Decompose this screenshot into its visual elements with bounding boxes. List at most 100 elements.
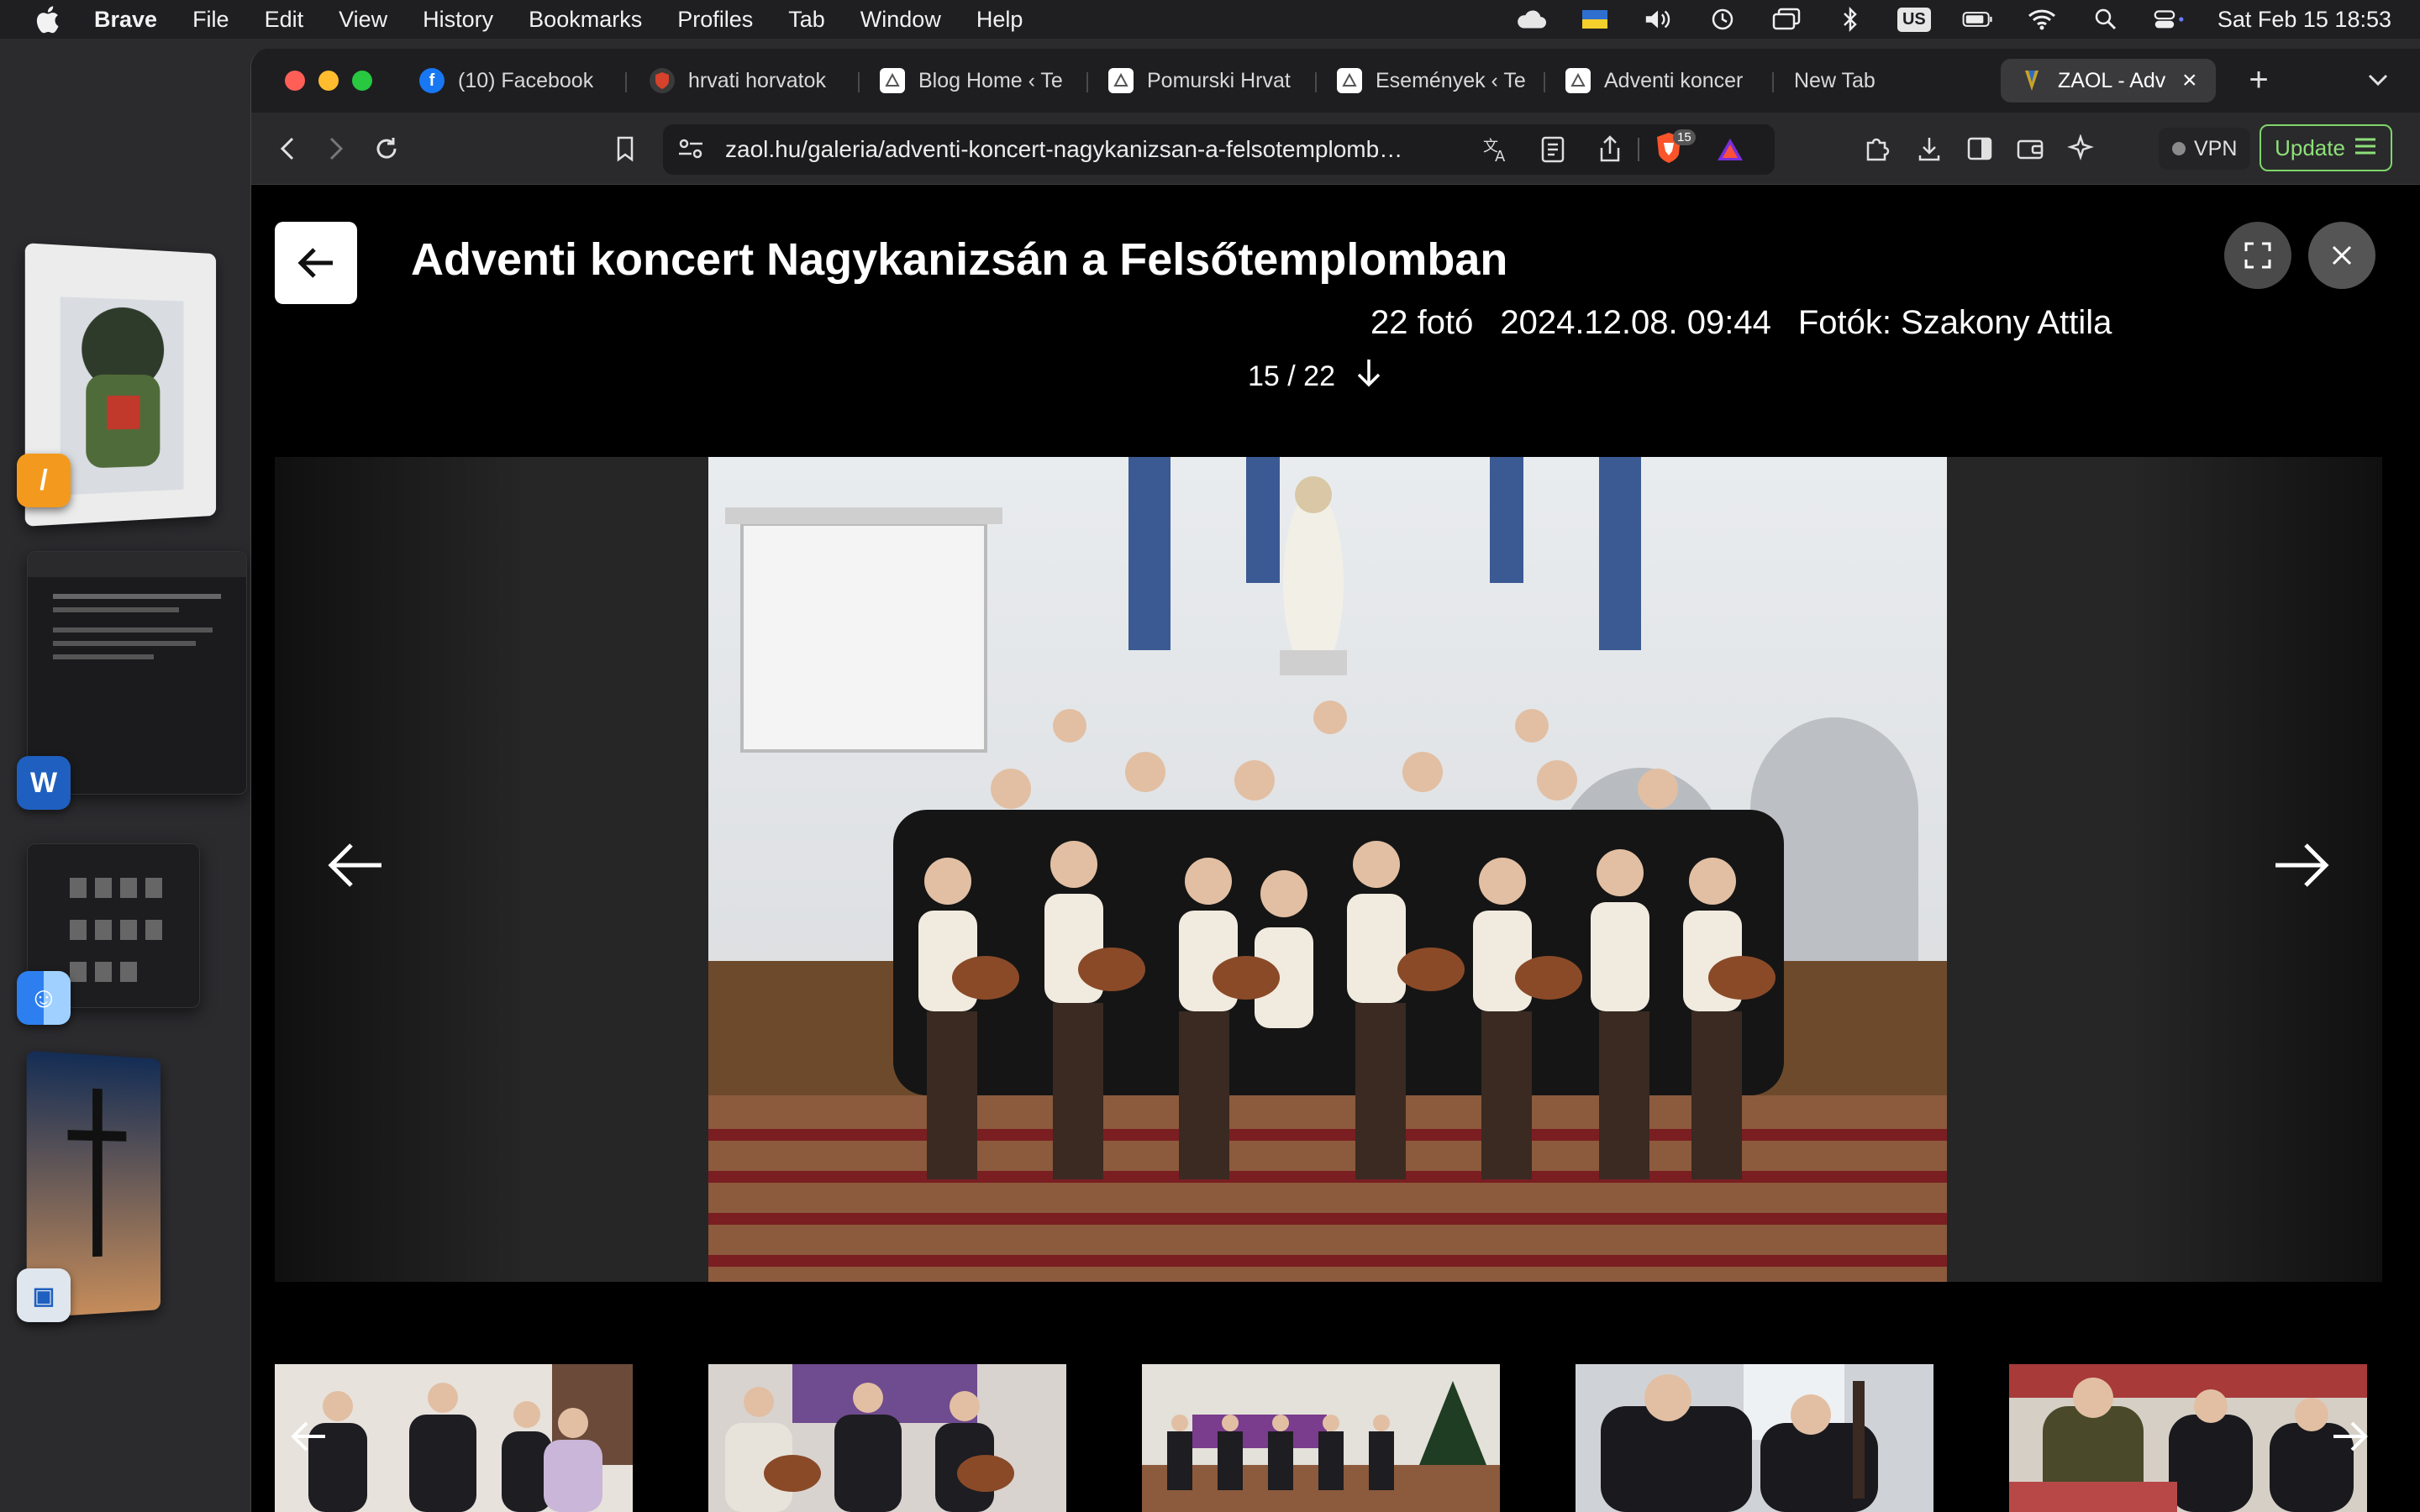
fullscreen-button[interactable]	[2224, 222, 2291, 289]
tab-label: hrvati horvatok	[688, 68, 826, 92]
tab-blog-home[interactable]: Blog Home ‹ Te	[880, 59, 1070, 102]
sidebar-toggle-icon[interactable]	[1962, 131, 1997, 166]
thumbnails-previous-arrow-icon[interactable]	[283, 1411, 334, 1462]
tab-pomurski-hrvat[interactable]: Pomurski Hrvat	[1108, 59, 1300, 102]
reader-mode-icon[interactable]	[1540, 136, 1565, 169]
scroll-down-arrow-icon[interactable]	[1352, 356, 1386, 397]
menu-window[interactable]: Window	[860, 7, 941, 33]
tab-new-tab[interactable]: New Tab	[1794, 59, 1962, 102]
menu-clock[interactable]: Sat Feb 15 18:53	[2217, 7, 2391, 33]
tab-separator	[625, 72, 627, 92]
hamburger-menu-icon	[2354, 135, 2377, 161]
tab-separator	[1544, 72, 1545, 92]
gallery-page: Adventi koncert Nagykanizsán a Felsőtemp…	[251, 185, 2420, 1512]
menu-tab[interactable]: Tab	[788, 7, 825, 33]
menu-edit[interactable]: Edit	[265, 7, 304, 33]
tab-bar: f (10) Facebook hrvati horvatok Blog Hom…	[251, 49, 2420, 113]
tab-label: New Tab	[1794, 68, 1876, 92]
minimize-window-button[interactable]	[318, 71, 339, 91]
thumbnail[interactable]	[708, 1364, 1066, 1512]
svg-text:A: A	[1495, 148, 1506, 165]
thumbnail[interactable]	[1142, 1364, 1500, 1512]
tab-facebook[interactable]: f (10) Facebook	[419, 59, 613, 102]
gallery-meta: 22 fotó 2024.12.08. 09:44 Fotók: Szakony…	[1370, 304, 2112, 342]
apple-menu-icon[interactable]	[32, 4, 62, 34]
menu-app-name[interactable]: Brave	[94, 7, 157, 33]
photo-viewer	[275, 457, 2382, 1282]
shields-count-badge: 15	[1673, 129, 1696, 145]
vpn-button[interactable]: VPN	[2159, 128, 2251, 170]
site-settings-icon[interactable]	[676, 136, 705, 167]
share-icon[interactable]	[1597, 134, 1623, 169]
tab-adventi-koncert[interactable]: Adventi koncer	[1565, 59, 1757, 102]
zoom-window-button[interactable]	[352, 71, 372, 91]
thumbnail[interactable]	[2009, 1364, 2367, 1512]
pages-app-icon[interactable]: /	[17, 454, 71, 507]
url-text: zaol.hu/galeria/adventi-koncert-nagykani…	[725, 136, 1403, 162]
url-divider	[1638, 138, 1639, 161]
photo-count: 22 fotó	[1370, 304, 1474, 341]
preview-app-icon[interactable]: ▣	[17, 1268, 71, 1322]
finder-app-icon[interactable]: ☺	[17, 971, 71, 1025]
brave-shields-icon[interactable]: 15	[1655, 129, 1697, 168]
reload-icon[interactable]	[369, 131, 404, 166]
back-nav-icon[interactable]	[270, 131, 305, 166]
menu-view[interactable]: View	[339, 7, 387, 33]
tab-esemenyek[interactable]: Események ‹ Te	[1337, 59, 1528, 102]
brave-browser-window: f (10) Facebook hrvati horvatok Blog Hom…	[250, 49, 2420, 1512]
previous-photo-arrow-icon[interactable]	[322, 832, 389, 899]
close-icon	[2332, 245, 2352, 265]
wallet-icon[interactable]	[2012, 131, 2048, 166]
update-button[interactable]: Update	[2260, 124, 2392, 171]
close-gallery-button[interactable]	[2308, 222, 2375, 289]
gallery-title: Adventi koncert Nagykanizsán a Felsőtemp…	[411, 234, 1508, 285]
thumbnail-strip	[275, 1364, 2392, 1512]
arrow-left-icon	[297, 248, 333, 278]
time-machine-icon[interactable]	[1707, 7, 1739, 32]
battery-icon[interactable]	[1962, 7, 1994, 32]
tab-list-chevron-icon[interactable]	[2360, 62, 2396, 97]
input-source-label: US	[1897, 7, 1931, 32]
menu-history[interactable]: History	[423, 7, 493, 33]
downloads-icon[interactable]	[1912, 131, 1947, 166]
leo-ai-icon[interactable]	[2063, 131, 2098, 166]
brave-rewards-icon[interactable]	[1715, 136, 1745, 169]
tab-label: ZAOL - Adv	[2058, 68, 2166, 92]
word-app-icon[interactable]: W	[17, 756, 71, 810]
photo-position: 15 / 22	[1248, 360, 1335, 392]
bluetooth-icon[interactable]	[1834, 6, 1866, 33]
shield-icon	[650, 68, 675, 93]
ukraine-flag-icon[interactable]	[1579, 7, 1611, 32]
next-photo-arrow-icon[interactable]	[2268, 832, 2335, 899]
new-tab-plus-icon[interactable]: +	[2241, 61, 2276, 98]
bookmark-icon[interactable]	[608, 131, 643, 166]
extensions-icon[interactable]	[1860, 131, 1895, 166]
tab-separator	[1315, 72, 1317, 92]
tab-separator	[858, 72, 860, 92]
icloud-icon[interactable]	[1515, 7, 1547, 32]
translate-icon[interactable]: 文A	[1481, 134, 1512, 171]
site-icon	[1108, 68, 1134, 93]
volume-icon[interactable]	[1643, 7, 1675, 32]
input-source-icon[interactable]: US	[1897, 7, 1931, 32]
screen-mirroring-icon[interactable]	[1770, 7, 1802, 32]
tab-hrvati-horvatok[interactable]: hrvati horvatok	[650, 59, 851, 102]
tab-separator	[1772, 72, 1774, 92]
forward-nav-icon[interactable]	[318, 131, 354, 166]
site-icon	[1565, 68, 1591, 93]
control-center-icon[interactable]	[2154, 7, 2186, 32]
menu-bookmarks[interactable]: Bookmarks	[529, 7, 642, 33]
thumbnails-next-arrow-icon[interactable]	[2325, 1411, 2375, 1462]
close-window-button[interactable]	[285, 71, 305, 91]
menu-help[interactable]: Help	[976, 7, 1023, 33]
menu-file[interactable]: File	[192, 7, 229, 33]
wifi-icon[interactable]	[2026, 7, 2058, 32]
photo-counter: 15 / 22	[1248, 356, 1386, 397]
address-bar[interactable]: zaol.hu/galeria/adventi-koncert-nagykani…	[663, 124, 1775, 175]
tab-zaol-active[interactable]: ZAOL - Adv ×	[2001, 59, 2216, 102]
menu-profiles[interactable]: Profiles	[677, 7, 753, 33]
close-tab-icon[interactable]: ×	[2182, 66, 2197, 95]
gallery-back-button[interactable]	[275, 222, 357, 304]
spotlight-search-icon[interactable]	[2090, 7, 2122, 32]
thumbnail[interactable]	[1576, 1364, 1933, 1512]
